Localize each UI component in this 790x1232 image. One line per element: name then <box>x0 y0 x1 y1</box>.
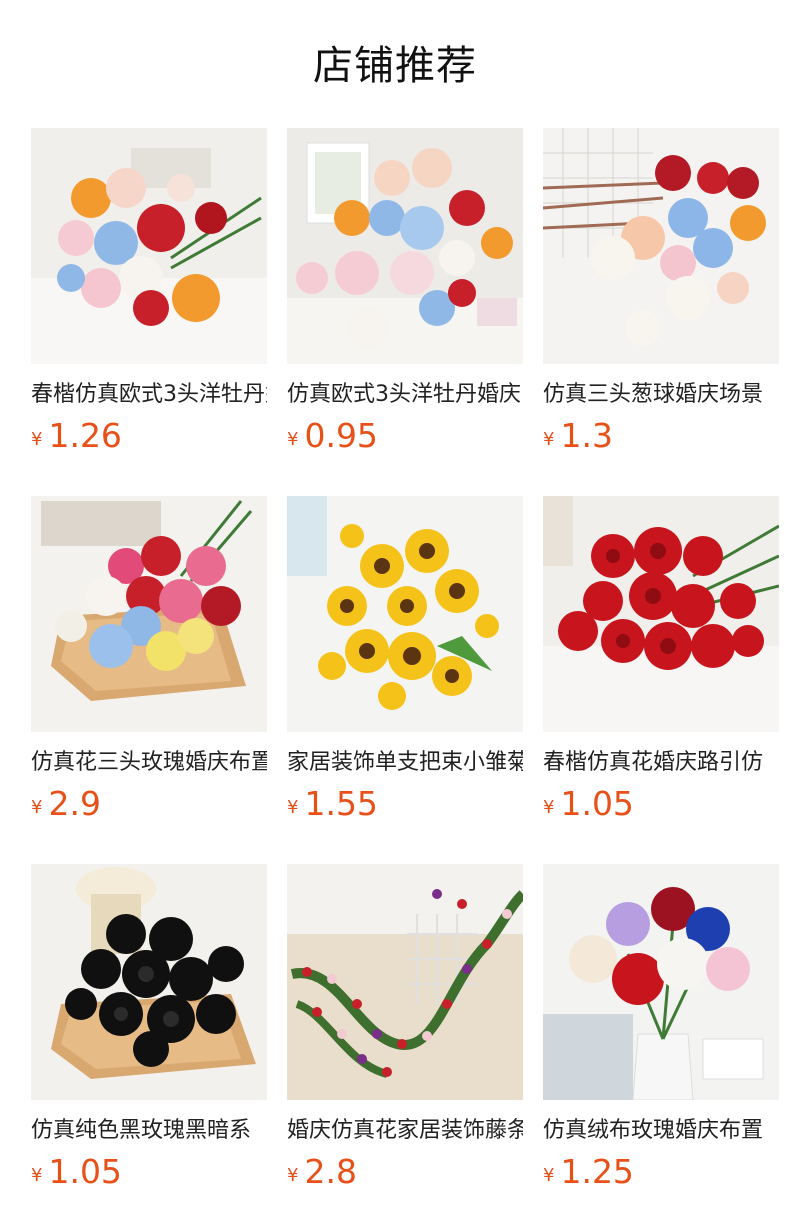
flower-bouquet-mixed-peony-icon <box>31 128 267 364</box>
currency-symbol: ¥ <box>543 797 555 818</box>
price-value: 1.25 <box>560 1152 634 1191</box>
product-name[interactable]: 仿真绒布玫瑰婚庆布置 <box>543 1114 779 1148</box>
currency-symbol: ¥ <box>31 1165 43 1186</box>
product-name[interactable]: 春楷仿真欧式3头洋牡丹婚庆 <box>31 378 267 412</box>
price-value: 2.8 <box>304 1152 357 1191</box>
product-image[interactable] <box>543 864 779 1100</box>
product-image[interactable] <box>287 496 523 732</box>
price-value: 1.3 <box>560 416 613 455</box>
product-image[interactable] <box>31 496 267 732</box>
flower-chrysanthemum-balls-icon <box>543 128 779 364</box>
product-image[interactable] <box>31 864 267 1100</box>
currency-symbol: ¥ <box>31 429 43 450</box>
product-card[interactable]: 春楷仿真欧式3头洋牡丹婚庆 ¥1.26 <box>31 128 267 468</box>
price-value: 0.95 <box>304 416 378 455</box>
flower-rose-vine-icon <box>287 864 523 1100</box>
product-card[interactable]: 家居装饰单支把束小雏菊 ¥1.55 <box>287 496 523 836</box>
product-price: ¥1.05 <box>31 1150 122 1194</box>
product-name[interactable]: 仿真花三头玫瑰婚庆布置 <box>31 746 267 780</box>
product-name[interactable]: 家居装饰单支把束小雏菊 <box>287 746 523 780</box>
currency-symbol: ¥ <box>287 797 299 818</box>
product-name[interactable]: 仿真欧式3头洋牡丹婚庆 <box>287 378 523 412</box>
product-card[interactable]: 仿真纯色黑玫瑰黑暗系 ¥1.05 <box>31 864 267 1204</box>
product-image[interactable] <box>287 864 523 1100</box>
product-card[interactable]: 春楷仿真花婚庆路引仿 ¥1.05 <box>543 496 779 836</box>
flower-sunflower-bouquet-icon <box>287 496 523 732</box>
price-value: 1.26 <box>48 416 122 455</box>
product-card[interactable]: 仿真三头葱球婚庆场景 ¥1.3 <box>543 128 779 468</box>
currency-symbol: ¥ <box>31 797 43 818</box>
product-price: ¥1.25 <box>543 1150 634 1194</box>
product-image[interactable] <box>287 128 523 364</box>
product-image[interactable] <box>543 128 779 364</box>
flower-velvet-rose-vase-icon <box>543 864 779 1100</box>
product-card[interactable]: 仿真欧式3头洋牡丹婚庆 ¥0.95 <box>287 128 523 468</box>
product-price: ¥1.55 <box>287 782 378 826</box>
price-value: 1.05 <box>48 1152 122 1191</box>
product-image[interactable] <box>31 128 267 364</box>
currency-symbol: ¥ <box>287 1165 299 1186</box>
currency-symbol: ¥ <box>543 1165 555 1186</box>
product-price: ¥2.9 <box>31 782 101 826</box>
product-price: ¥1.3 <box>543 414 613 458</box>
product-image[interactable] <box>543 496 779 732</box>
price-value: 2.9 <box>48 784 101 823</box>
flower-red-roses-icon <box>543 496 779 732</box>
product-price: ¥1.26 <box>31 414 122 458</box>
product-name[interactable]: 仿真三头葱球婚庆场景 <box>543 378 779 412</box>
product-price: ¥2.8 <box>287 1150 357 1194</box>
product-name[interactable]: 婚庆仿真花家居装饰藤条 <box>287 1114 523 1148</box>
product-price: ¥1.05 <box>543 782 634 826</box>
currency-symbol: ¥ <box>287 429 299 450</box>
price-value: 1.05 <box>560 784 634 823</box>
product-card[interactable]: 仿真绒布玫瑰婚庆布置 ¥1.25 <box>543 864 779 1204</box>
flower-black-roses-icon <box>31 864 267 1100</box>
flower-bouquet-peony-vase-icon <box>287 128 523 364</box>
product-name[interactable]: 春楷仿真花婚庆路引仿 <box>543 746 779 780</box>
currency-symbol: ¥ <box>543 429 555 450</box>
flower-rose-tray-icon <box>31 496 267 732</box>
product-price: ¥0.95 <box>287 414 378 458</box>
product-card[interactable]: 仿真花三头玫瑰婚庆布置 ¥2.9 <box>31 496 267 836</box>
product-name[interactable]: 仿真纯色黑玫瑰黑暗系 <box>31 1114 267 1148</box>
section-title: 店铺推荐 <box>313 43 477 89</box>
price-value: 1.55 <box>304 784 378 823</box>
product-card[interactable]: 婚庆仿真花家居装饰藤条 ¥2.8 <box>287 864 523 1204</box>
